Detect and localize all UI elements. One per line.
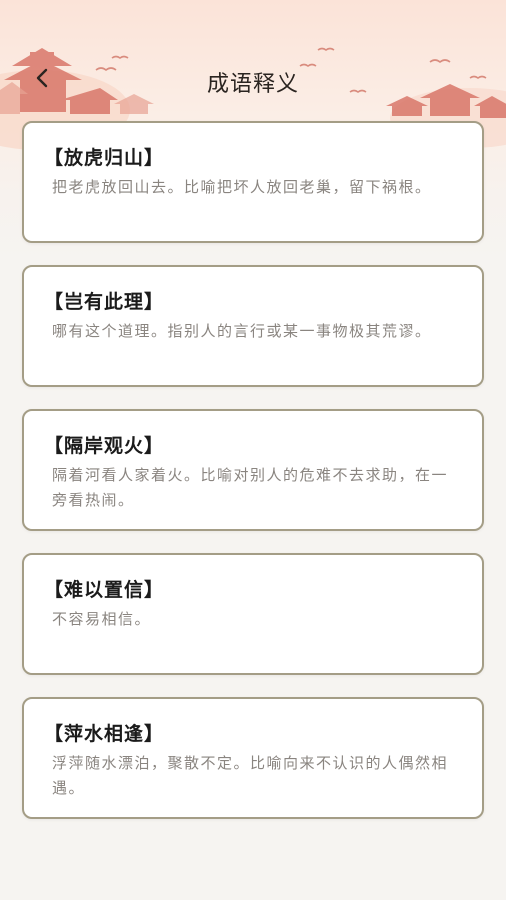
idiom-card[interactable]: 【放虎归山】 把老虎放回山去。比喻把坏人放回老巢，留下祸根。 — [22, 121, 484, 243]
idiom-definition: 不容易相信。 — [52, 610, 152, 628]
idiom-title: 【岂有此理】 — [44, 291, 165, 313]
idiom-definition: 哪有这个道理。指别人的言行或某一事物极其荒谬。 — [52, 322, 432, 340]
idiom-list: 【放虎归山】 把老虎放回山去。比喻把坏人放回老巢，留下祸根。 【岂有此理】 哪有… — [22, 121, 484, 841]
idiom-card[interactable]: 【岂有此理】 哪有这个道理。指别人的言行或某一事物极其荒谬。 — [22, 265, 484, 387]
idiom-card[interactable]: 【隔岸观火】 隔着河看人家着火。比喻对别人的危难不去求助，在一旁看热闹。 — [22, 409, 484, 531]
idiom-definition: 隔着河看人家着火。比喻对别人的危难不去求助，在一旁看热闹。 — [52, 466, 449, 509]
idiom-title: 【隔岸观火】 — [44, 435, 165, 457]
top-nav-bar: 成语释义 — [0, 56, 506, 104]
idiom-card[interactable]: 【难以置信】 不容易相信。 — [22, 553, 484, 675]
idiom-card[interactable]: 【萍水相逢】 浮萍随水漂泊，聚散不定。比喻向来不认识的人偶然相遇。 — [22, 697, 484, 819]
idiom-definition: 浮萍随水漂泊，聚散不定。比喻向来不认识的人偶然相遇。 — [52, 754, 449, 797]
idiom-definition: 把老虎放回山去。比喻把坏人放回老巢，留下祸根。 — [52, 178, 432, 196]
idiom-title: 【难以置信】 — [44, 579, 165, 601]
idiom-title: 【放虎归山】 — [44, 147, 165, 169]
page-title: 成语释义 — [206, 72, 299, 97]
idiom-title: 【萍水相逢】 — [44, 723, 165, 745]
